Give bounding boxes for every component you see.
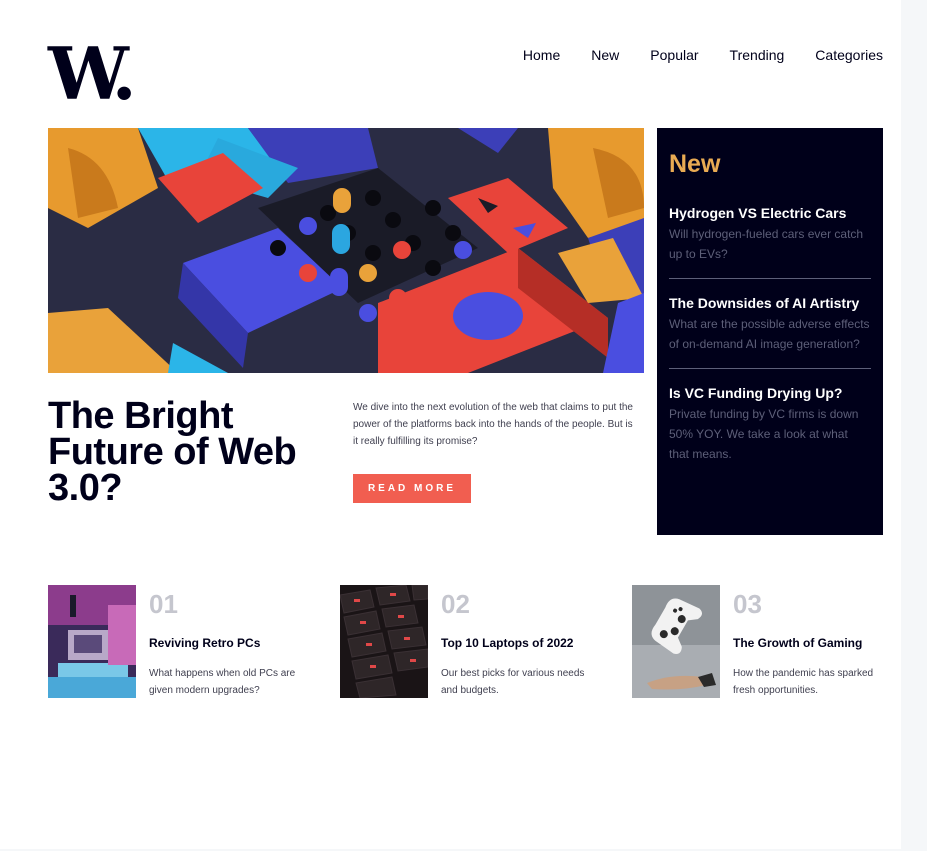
new-article-item[interactable]: Is VC Funding Drying Up? Private funding… [669, 383, 871, 464]
nav-popular-link[interactable]: Popular [650, 47, 698, 63]
card-title[interactable]: Top 10 Laptops of 2022 [441, 636, 573, 650]
new-article-item[interactable]: The Downsides of AI Artistry What are th… [669, 293, 871, 354]
new-article-title[interactable]: Is VC Funding Drying Up? [669, 383, 871, 403]
card-title[interactable]: Reviving Retro PCs [149, 636, 260, 650]
keyboard-thumbnail[interactable] [340, 585, 428, 698]
game-controller-thumbnail[interactable] [632, 585, 720, 698]
page: W. Home New Popular Trending Categories [0, 0, 901, 849]
site-logo[interactable]: W. [48, 38, 137, 110]
card-number: 03 [733, 589, 762, 619]
new-article-desc: Will hydrogen-fueled cars ever catch up … [669, 227, 864, 261]
new-article-item[interactable]: Hydrogen VS Electric Cars Will hydrogen-… [669, 203, 871, 264]
card-description: How the pandemic has sparked fresh oppor… [733, 668, 874, 696]
new-article-title[interactable]: The Downsides of AI Artistry [669, 293, 871, 313]
article-card-retro-pcs[interactable]: 01 Reviving Retro PCs What happens when … [48, 585, 308, 698]
divider [669, 368, 871, 369]
card-description: Our best picks for various needs and bud… [441, 668, 585, 696]
nav-home-link[interactable]: Home [523, 47, 560, 63]
main-nav: Home New Popular Trending Categories [523, 47, 883, 63]
hero-description: We dive into the next evolution of the w… [353, 402, 633, 447]
new-article-desc: What are the possible adverse effects of… [669, 317, 870, 351]
nav-trending-link[interactable]: Trending [730, 47, 785, 63]
hero-title: The Bright Future of Web 3.0? [48, 395, 297, 509]
new-panel-title: New [669, 150, 721, 178]
card-number: 02 [441, 589, 470, 619]
nav-categories-link[interactable]: Categories [815, 47, 883, 63]
card-number: 01 [149, 589, 178, 619]
new-article-title[interactable]: Hydrogen VS Electric Cars [669, 203, 871, 223]
new-article-desc: Private funding by VC firms is down 50% … [669, 407, 859, 461]
card-description: What happens when old PCs are given mode… [149, 668, 296, 696]
article-card-gaming[interactable]: 03 The Growth of Gaming How the pandemic… [632, 585, 892, 698]
new-articles-panel: New Hydrogen VS Electric Cars Will hydro… [657, 128, 883, 535]
divider [669, 278, 871, 279]
hero-image [48, 128, 644, 373]
read-more-button[interactable]: READ MORE [353, 474, 471, 503]
retro-pc-thumbnail[interactable] [48, 585, 136, 698]
card-title[interactable]: The Growth of Gaming [733, 636, 862, 650]
article-card-laptops[interactable]: 02 Top 10 Laptops of 2022 Our best picks… [340, 585, 600, 698]
nav-new-link[interactable]: New [591, 47, 619, 63]
